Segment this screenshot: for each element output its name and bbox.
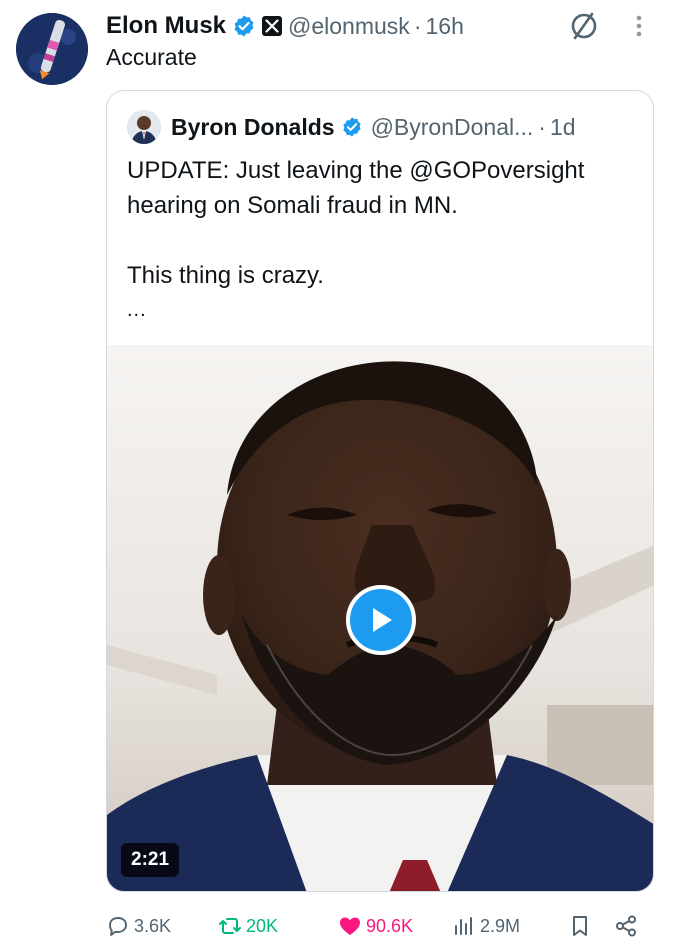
repost-count: 20K [246, 915, 279, 936]
grok-icon[interactable] [566, 8, 602, 44]
quoted-tweet-time[interactable]: 1d [550, 114, 576, 141]
quoted-text-line: UPDATE: Just leaving the @GOPoversight [127, 157, 585, 184]
tweet-page: Elon Musk @elonmusk · 16h Accurate Byron… [0, 0, 673, 951]
show-more-ellipsis[interactable]: ... [127, 293, 642, 328]
quoted-text-line: hearing on Somali fraud in MN. [127, 192, 458, 219]
quoted-tweet-header: Byron Donalds @ByronDonal... · 1d [127, 109, 639, 145]
play-button[interactable] [346, 585, 416, 655]
verified-badge-icon [342, 117, 361, 137]
bookmark-icon [573, 916, 587, 936]
verified-badge-icon [234, 15, 254, 37]
time-separator: · [413, 12, 422, 39]
time-separator: · [538, 113, 546, 140]
repost-icon [219, 918, 241, 934]
quoted-author-handle[interactable]: @ByronDonal... [371, 114, 534, 141]
reply-icon [109, 917, 127, 936]
share-button[interactable] [614, 906, 638, 946]
quoted-text-line: This thing is crazy. [127, 262, 324, 289]
video-duration: 2:21 [121, 843, 180, 877]
action-bar: 3.6K 20K 90.6K 2.9M [106, 906, 646, 946]
quoted-author-avatar[interactable] [127, 110, 161, 144]
like-icon [340, 917, 360, 935]
reply-count: 3.6K [134, 915, 172, 936]
author-name[interactable]: Elon Musk [106, 12, 226, 40]
author-handle[interactable]: @elonmusk [288, 13, 410, 40]
x-logo-icon [262, 16, 283, 36]
reply-button[interactable]: 3.6K [106, 906, 171, 946]
quoted-tweet-text: UPDATE: Just leaving the @GOPoversight h… [127, 153, 642, 328]
bookmark-button[interactable] [568, 906, 592, 946]
play-icon [373, 608, 392, 632]
like-button[interactable]: 90.6K [338, 906, 413, 946]
repost-button[interactable]: 20K [218, 906, 278, 946]
views-count: 2.9M [480, 915, 521, 936]
like-count: 90.6K [366, 915, 414, 936]
views-icon [455, 917, 472, 935]
more-vertical-icon[interactable] [633, 12, 645, 40]
share-icon [616, 915, 636, 937]
quoted-author-name[interactable]: Byron Donalds [171, 114, 335, 141]
tweet-header: Elon Musk @elonmusk · 16h [106, 8, 653, 44]
tweet-text: Accurate [106, 44, 197, 70]
video-player[interactable]: 2:21 [107, 345, 653, 891]
quoted-tweet-card[interactable]: Byron Donalds @ByronDonal... · 1d UPDATE… [106, 90, 654, 892]
views-button[interactable]: 2.9M [452, 906, 520, 946]
tweet-time[interactable]: 16h [425, 13, 463, 40]
author-avatar[interactable] [16, 13, 88, 85]
